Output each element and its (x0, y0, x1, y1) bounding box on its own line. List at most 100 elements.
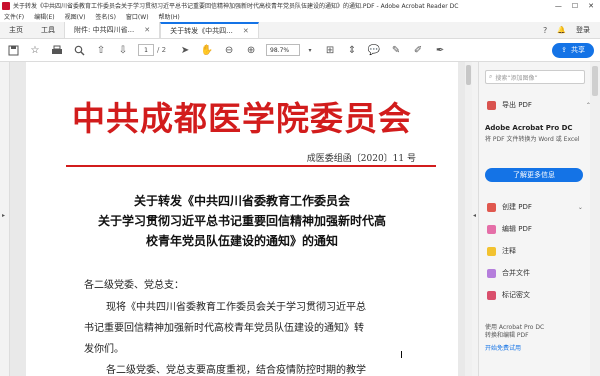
zoom-in-icon[interactable]: ⊕ (244, 43, 258, 57)
footer-line: 转换和编辑 PDF (485, 332, 529, 339)
text-cursor-icon: I (400, 350, 403, 361)
document-title-line: 校青年党员队伍建设的通知》的通知 (145, 234, 338, 248)
bookmark-star-icon[interactable]: ☆ (28, 43, 42, 57)
fill-sign-icon[interactable]: ✒ (433, 43, 447, 57)
close-icon[interactable]: ✕ (144, 26, 150, 34)
paragraph-line: 现将《中共四川省委教育工作委员会关于学习贯彻习近平总 (106, 302, 366, 313)
tab-tools[interactable]: 工具 (32, 22, 64, 38)
tool-export-pdf[interactable]: 导出 PDF ⌃ (487, 100, 591, 110)
document-header: 中共成都医学院委员会 (72, 99, 412, 138)
tool-label: 合并文件 (502, 269, 530, 277)
zoom-field[interactable]: 98.7% (266, 44, 301, 56)
menu-sign[interactable]: 签名(S) (95, 12, 116, 21)
maximize-button[interactable]: ☐ (572, 2, 578, 10)
create-pdf-icon (487, 202, 496, 212)
fit-page-icon[interactable]: ⊞ (323, 43, 337, 57)
draw-icon[interactable]: ✐ (411, 43, 425, 57)
pdf-page: 中共成都医学院委员会 成医委组函〔2020〕11 号 关于转发《中共四川省委教育… (26, 62, 458, 376)
footer-line: 使用 Acrobat Pro DC (485, 324, 545, 331)
login-button[interactable]: 登录 (576, 25, 590, 35)
tools-pane: ⌕ 搜索“添加图像” 导出 PDF ⌃ Adobe Acrobat Pro DC… (478, 62, 591, 376)
menu-edit[interactable]: 编辑(E) (34, 12, 54, 21)
print-icon[interactable] (50, 43, 64, 57)
share-label: 共享 (571, 46, 585, 54)
document-scrollbar[interactable] (465, 62, 472, 376)
tool-combine-files[interactable]: 合并文件 (487, 268, 530, 278)
acrobat-logo-icon (2, 1, 10, 10)
minimize-button[interactable]: — (555, 2, 562, 10)
toolbar: ☆ ⇧ ⇩ 1 / 2 ➤ ✋ ⊖ ⊕ 98.7% ▾ ⊞ ⇕ 💬 ✎ ✐ ✒ … (0, 39, 600, 62)
tool-redact[interactable]: 标记密文 (487, 290, 530, 300)
promo-title: Adobe Acrobat Pro DC (485, 124, 573, 132)
magnify-icon[interactable] (72, 43, 86, 57)
promo-card: Adobe Acrobat Pro DC 将 PDF 文件转换为 Word 或 … (485, 124, 586, 214)
redact-icon (487, 290, 496, 300)
chevron-down-icon[interactable]: ⌄ (578, 204, 583, 211)
menu-window[interactable]: 窗口(W) (126, 12, 149, 21)
chevron-left-icon: ◂ (473, 212, 477, 219)
menu-view[interactable]: 视图(V) (65, 12, 86, 21)
scrollbar-thumb[interactable] (592, 66, 598, 96)
document-title-line: 关于转发《中共四川省委教育工作委员会 (133, 194, 350, 208)
paragraph-line: 书记重要回信精神加强新时代高校青年党员队伍建设的通知》转 (84, 323, 364, 334)
tool-label: 创建 PDF (502, 203, 532, 211)
salutation: 各二级党委、党总支： (84, 280, 184, 291)
document-title-line: 关于学习贯彻习近平总书记重要回信精神加强新时代高 (97, 214, 386, 228)
tab-home[interactable]: 主页 (0, 22, 32, 38)
close-icon[interactable]: ✕ (243, 27, 249, 35)
document-viewport[interactable]: 中共成都医学院委员会 成医委组函〔2020〕11 号 关于转发《中共四川省委教育… (10, 62, 465, 376)
chevron-down-icon[interactable]: ▾ (303, 43, 317, 57)
tool-edit-pdf[interactable]: 编辑 PDF (487, 224, 532, 234)
tool-label: 注释 (502, 247, 516, 255)
document-number: 成医委组函〔2020〕11 号 (306, 154, 416, 164)
comment-tool-icon (487, 246, 496, 256)
trial-footer: 使用 Acrobat Pro DC 转换和编辑 PDF 开始免费试用 (485, 324, 586, 353)
tools-pane-scrollbar[interactable] (590, 62, 600, 376)
tool-search-input[interactable]: ⌕ 搜索“添加图像” (485, 70, 585, 84)
help-icon[interactable]: ? (543, 26, 547, 35)
chevron-right-icon: ▸ (2, 212, 6, 219)
close-button[interactable]: ✕ (588, 2, 594, 10)
search-placeholder: 搜索“添加图像” (495, 74, 538, 82)
tab-label: 附件: 中共四川省... (74, 26, 135, 34)
select-cursor-icon[interactable]: ➤ (178, 43, 192, 57)
tab-document-current[interactable]: 关于转发《中共四... ✕ (160, 22, 259, 38)
next-page-icon[interactable]: ⇩ (116, 43, 130, 57)
search-icon: ⌕ (489, 73, 493, 80)
menu-bar: 文件(F) 编辑(E) 视图(V) 签名(S) 窗口(W) 帮助(H) (0, 11, 600, 22)
tab-label: 关于转发《中共四... (170, 27, 233, 35)
export-pdf-icon (487, 100, 496, 110)
page-total: / 2 (157, 46, 167, 54)
menu-help[interactable]: 帮助(H) (159, 12, 180, 21)
save-icon[interactable] (6, 43, 20, 57)
learn-more-button[interactable]: 了解更多信息 (485, 168, 583, 182)
tool-label: 导出 PDF (502, 101, 532, 109)
zoom-out-icon[interactable]: ⊖ (222, 43, 236, 57)
tool-create-pdf[interactable]: 创建 PDF ⌄ (487, 202, 583, 212)
promo-description: 将 PDF 文件转换为 Word 或 Excel (485, 136, 580, 143)
tool-label: 编辑 PDF (502, 225, 532, 233)
hand-tool-icon[interactable]: ✋ (200, 43, 214, 57)
paragraph-line: 发你们。 (84, 344, 124, 355)
highlight-pen-icon[interactable]: ✎ (389, 43, 403, 57)
scroll-mode-icon[interactable]: ⇕ (345, 43, 359, 57)
menu-file[interactable]: 文件(F) (4, 12, 24, 21)
bell-icon[interactable]: 🔔 (557, 26, 566, 34)
edit-pdf-icon (487, 224, 496, 234)
previous-page-icon[interactable]: ⇧ (94, 43, 108, 57)
red-divider (66, 165, 436, 167)
combine-files-icon (487, 268, 496, 278)
free-trial-link[interactable]: 开始免费试用 (485, 345, 586, 353)
tool-comment[interactable]: 注释 (487, 246, 516, 256)
title-bar: 关于转发《中共四川省委教育工作委员会关于学习贯彻习近平总书记重要回信精神加强新时… (0, 0, 600, 11)
tool-label: 标记密文 (502, 291, 530, 299)
share-button[interactable]: ⇪ 共享 (552, 42, 594, 58)
scrollbar-thumb[interactable] (466, 65, 471, 85)
left-panel-toggle[interactable]: ▸ (0, 62, 10, 376)
tab-document-attachment[interactable]: 附件: 中共四川省... ✕ (64, 22, 161, 38)
comment-icon[interactable]: 💬 (367, 43, 381, 57)
share-icon: ⇪ (561, 46, 567, 54)
tab-bar: 主页 工具 附件: 中共四川省... ✕ 关于转发《中共四... ✕ ? 🔔 登… (0, 22, 600, 39)
window-title: 关于转发《中共四川省委教育工作委员会关于学习贯彻习近平总书记重要回信精神加强新时… (13, 3, 459, 10)
page-number-field[interactable]: 1 (138, 44, 154, 56)
